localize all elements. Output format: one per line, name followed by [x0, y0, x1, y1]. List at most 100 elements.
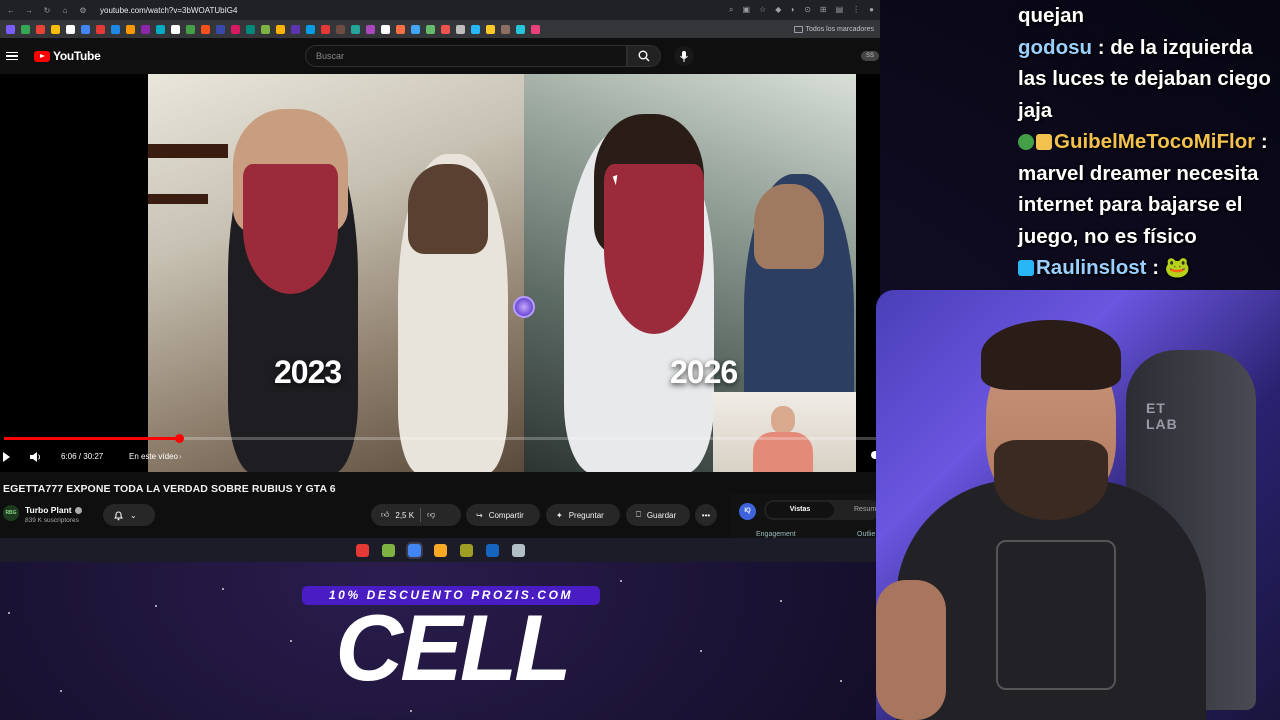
browser-window: ← → ↻ ⌂ ⚙ youtube.com/watch?v=3bWOATUbIG…: [0, 0, 880, 562]
chevron-right-icon[interactable]: ›: [179, 452, 182, 461]
sidebar-icon[interactable]: ▤: [836, 5, 844, 15]
video-progress-bar[interactable]: [4, 434, 876, 443]
chat-message: godosu : de la izquierda las luces te de…: [1018, 35, 1271, 122]
bookmark-favicon-icon[interactable]: [81, 24, 90, 34]
save-button[interactable]: ⎕ Guardar: [626, 504, 690, 526]
bookmark-favicon-icon[interactable]: [261, 24, 270, 34]
bookmark-star-icon[interactable]: ☆: [759, 5, 766, 15]
more-actions-button[interactable]: •••: [695, 504, 717, 526]
install-icon[interactable]: ▣: [742, 5, 750, 15]
bookmark-favicon-icon[interactable]: [516, 24, 525, 34]
bookmark-favicon-icon[interactable]: [66, 24, 75, 34]
bookmark-favicon-icon[interactable]: [216, 24, 225, 34]
bookmark-favicon-icon[interactable]: [141, 24, 150, 34]
taskbar-app-icon[interactable]: [485, 543, 499, 557]
tab-resumen[interactable]: Resum: [854, 502, 876, 518]
thumbs-down-icon[interactable]: 👎︎: [427, 510, 435, 520]
subscriber-badge-icon: [1018, 134, 1034, 150]
taskbar-app-icon[interactable]: [459, 543, 473, 557]
hamburger-menu-icon[interactable]: [6, 51, 18, 61]
bookmark-favicon-icon[interactable]: [51, 24, 60, 34]
menu-icon[interactable]: ⋮: [852, 5, 860, 15]
site-info-icon[interactable]: ⚙: [78, 6, 88, 15]
extension-icon[interactable]: ⊙: [804, 5, 811, 15]
stream-scene: ← → ↻ ⌂ ⚙ youtube.com/watch?v=3bWOATUbIG…: [0, 0, 1280, 720]
streamer-beard: [994, 440, 1108, 520]
year-label-right: 2026: [670, 354, 738, 390]
bookmark-favicon-icon[interactable]: [21, 24, 30, 34]
iq-badge[interactable]: IQ: [739, 503, 756, 520]
bookmark-favicon-icon[interactable]: [531, 24, 540, 34]
forward-icon[interactable]: →: [24, 6, 34, 15]
bookmark-favicon-icon[interactable]: [156, 24, 165, 34]
like-button[interactable]: 👍︎ 2,5 K 👎︎: [371, 504, 461, 526]
bookmark-favicon-icon[interactable]: [336, 24, 345, 34]
play-icon[interactable]: [3, 452, 10, 462]
home-icon[interactable]: ⌂: [60, 6, 70, 15]
back-icon[interactable]: ←: [6, 6, 16, 15]
bookmark-favicon-icon[interactable]: [366, 24, 375, 34]
video-frame[interactable]: 2023 2026: [148, 74, 856, 472]
extension-icon[interactable]: ◆: [775, 5, 781, 15]
bookmark-favicon-icon[interactable]: [441, 24, 450, 34]
address-bar[interactable]: youtube.com/watch?v=3bWOATUbIG4: [100, 6, 237, 15]
taskbar-app-icon[interactable]: [407, 543, 421, 557]
profile-icon[interactable]: ●: [869, 5, 874, 15]
cube-badge-icon: [1018, 260, 1034, 276]
bookmark-favicon-icon[interactable]: [96, 24, 105, 34]
streamer-arm: [876, 580, 946, 720]
bookmark-favicon-icon[interactable]: [306, 24, 315, 34]
bookmark-favicon-icon[interactable]: [291, 24, 300, 34]
bookmark-favicon-icon[interactable]: [201, 24, 210, 34]
taskbar: [0, 538, 880, 562]
voice-search-button[interactable]: [674, 46, 694, 66]
bookmark-favicon-icon[interactable]: [231, 24, 240, 34]
extension-icon[interactable]: ◗: [790, 5, 795, 15]
bookmark-favicon-icon[interactable]: [471, 24, 480, 34]
bookmark-favicon-icon[interactable]: [351, 24, 360, 34]
bookmark-favicon-icon[interactable]: [396, 24, 405, 34]
bookmark-favicon-icon[interactable]: [381, 24, 390, 34]
reload-icon[interactable]: ↻: [42, 6, 52, 15]
channel-name[interactable]: Turbo Plant: [25, 505, 82, 515]
youtube-logo[interactable]: YouTube: [34, 49, 101, 63]
bookmark-favicon-icon[interactable]: [171, 24, 180, 34]
bookmark-favicon-icon[interactable]: [246, 24, 255, 34]
bookmark-favicon-icon[interactable]: [321, 24, 330, 34]
chapter-button[interactable]: En este vídeo: [129, 452, 178, 461]
bookmark-favicon-icon[interactable]: [486, 24, 495, 34]
video-player[interactable]: 2023 2026: [0, 74, 880, 472]
bookmark-icon: ⎕: [636, 510, 641, 519]
taskbar-app-icon[interactable]: [511, 543, 525, 557]
bookmark-favicon-icon[interactable]: [126, 24, 135, 34]
zoom-icon[interactable]: ⌕: [729, 5, 733, 15]
video-scene-left: 2023: [148, 74, 524, 472]
bookmark-favicon-icon[interactable]: [456, 24, 465, 34]
search-input[interactable]: Buscar: [305, 45, 627, 67]
taskbar-app-icon[interactable]: [433, 543, 447, 557]
all-bookmarks-folder[interactable]: Todos los marcadores: [793, 25, 874, 33]
bookmarks-bar: Todos los marcadores: [0, 20, 880, 38]
ask-button[interactable]: ✦ Preguntar: [546, 504, 620, 526]
bookmark-favicon-icon[interactable]: [6, 24, 15, 34]
bookmark-favicon-icon[interactable]: [36, 24, 45, 34]
taskbar-app-icon[interactable]: [355, 543, 369, 557]
bookmark-favicon-icon[interactable]: [186, 24, 195, 34]
bookmark-favicon-icon[interactable]: [111, 24, 120, 34]
chat-message: quejan: [1018, 4, 1085, 27]
tab-vistas[interactable]: Vistas: [766, 502, 834, 518]
sparkle-icon: ✦: [556, 510, 563, 520]
bookmark-favicon-icon[interactable]: [426, 24, 435, 34]
puzzle-icon[interactable]: ⊞: [820, 5, 827, 15]
share-button[interactable]: ↪ Compartir: [466, 504, 540, 526]
channel-avatar[interactable]: RBG: [3, 505, 19, 521]
search-button[interactable]: [627, 45, 661, 67]
streamer-webcam: ET LAB: [876, 290, 1280, 720]
bookmark-favicon-icon[interactable]: [276, 24, 285, 34]
bookmark-favicon-icon[interactable]: [501, 24, 510, 34]
taskbar-app-icon[interactable]: [381, 543, 395, 557]
bookmark-favicon-icon[interactable]: [411, 24, 420, 34]
notifications-button[interactable]: ⌄: [103, 504, 155, 526]
volume-icon[interactable]: [28, 450, 42, 464]
ss-badge[interactable]: SS: [861, 51, 879, 61]
